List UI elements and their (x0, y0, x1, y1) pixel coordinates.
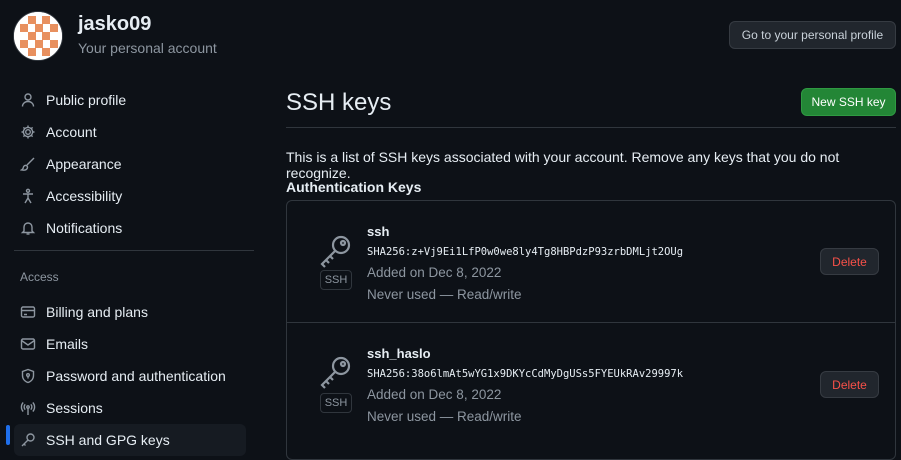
go-to-profile-button[interactable]: Go to your personal profile (729, 21, 896, 49)
key-added-date: Added on Dec 8, 2022 (367, 265, 502, 280)
sidebar-item-sessions[interactable]: Sessions (14, 392, 246, 424)
account-subtitle: Your personal account (78, 40, 217, 56)
account-header: jasko09 Your personal account Go to your… (0, 0, 901, 70)
key-divider (287, 322, 895, 323)
sidebar-item-password[interactable]: Password and authentication (14, 360, 246, 392)
shield-lock-icon (20, 368, 36, 384)
sidebar-divider (14, 250, 254, 251)
title-divider (286, 127, 896, 128)
sidebar-item-appearance[interactable]: Appearance (14, 148, 246, 180)
sidebar-item-label: Appearance (46, 156, 122, 172)
credit-card-icon (20, 304, 36, 320)
sidebar-item-label: SSH and GPG keys (46, 432, 170, 448)
key-title: ssh (367, 224, 390, 239)
broadcast-icon (20, 400, 36, 416)
sidebar-item-emails[interactable]: Emails (14, 328, 246, 360)
mail-icon (20, 336, 36, 352)
new-ssh-key-button[interactable]: New SSH key (801, 88, 896, 116)
username: jasko09 (78, 13, 152, 35)
delete-button[interactable]: Delete (820, 248, 879, 275)
sidebar-item-label: Sessions (46, 400, 103, 416)
key-usage: Never used — Read/write (367, 409, 522, 424)
sidebar-item-notifications[interactable]: Notifications (14, 212, 246, 244)
accessibility-icon (20, 188, 36, 204)
delete-button[interactable]: Delete (820, 371, 879, 398)
sidebar-item-accessibility[interactable]: Accessibility (14, 180, 246, 212)
bell-icon (20, 220, 36, 236)
sidebar-item-label: Emails (46, 336, 89, 352)
sidebar-item-label: Notifications (46, 220, 123, 236)
sidebar-item-public-profile[interactable]: Public profile (14, 84, 246, 116)
page-description: This is a list of SSH keys associated wi… (286, 149, 840, 181)
key-icon (20, 432, 36, 448)
key-fingerprint: SHA256:38o6lmAt5wYG1x9DKYcCdMyDgUSs5FYEU… (367, 368, 684, 380)
section-heading: Authentication Keys (286, 179, 422, 195)
sidebar-item-label: Password and authentication (46, 368, 226, 384)
sidebar-item-ssh-gpg-keys[interactable]: SSH and GPG keys (14, 424, 246, 456)
sidebar-item-label: Accessibility (46, 188, 123, 204)
sidebar-item-label: Public profile (46, 92, 127, 108)
key-icon (320, 356, 351, 389)
paintbrush-icon (20, 156, 36, 172)
sidebar-item-label: Account (46, 124, 97, 140)
ssh-badge: SSH (320, 270, 352, 290)
page-title: SSH keys (286, 89, 392, 116)
sidebar-section-access: Access (20, 270, 59, 284)
key-added-date: Added on Dec 8, 2022 (367, 387, 502, 402)
key-usage: Never used — Read/write (367, 287, 522, 302)
sidebar-item-account[interactable]: Account (14, 116, 246, 148)
avatar[interactable] (13, 11, 63, 61)
sidebar-item-billing[interactable]: Billing and plans (14, 296, 246, 328)
person-icon (20, 92, 36, 108)
key-title: ssh_haslo (367, 346, 431, 361)
gear-icon (20, 124, 36, 140)
key-icon (320, 235, 351, 268)
ssh-badge: SSH (320, 393, 352, 413)
key-fingerprint: SHA256:z+Vj9Ei1LfP0w0we8ly4Tg8HBPdzP93zr… (367, 246, 684, 258)
active-indicator (6, 425, 10, 445)
sidebar-item-label: Billing and plans (46, 304, 148, 320)
